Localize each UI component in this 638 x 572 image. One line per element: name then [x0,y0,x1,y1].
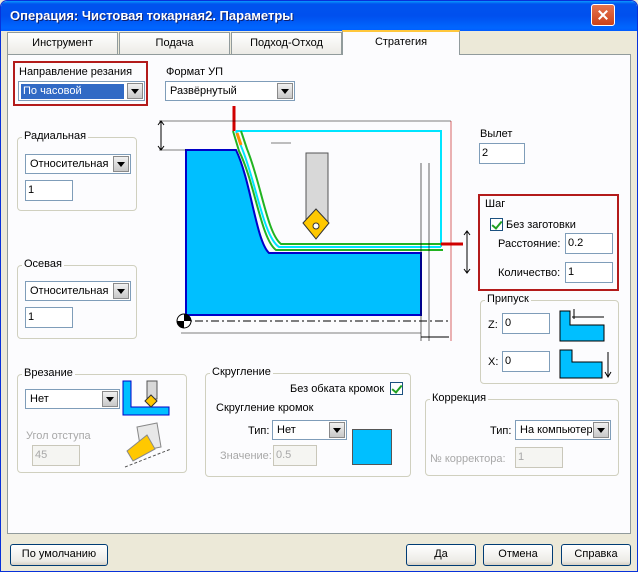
distance-field[interactable]: 0.2 [565,233,613,254]
chevron-down-icon[interactable] [329,422,345,438]
cut-direction-select[interactable]: По часовой [18,81,145,101]
help-button[interactable]: Справка [561,544,631,566]
title-bar[interactable]: Операция: Чистовая токарная2. Параметры [1,1,637,31]
allowance-z-field[interactable]: 0 [502,313,550,334]
insert-screw-icon [312,222,320,230]
edge-rounding-label: Скругление кромок [216,402,314,414]
distance-label: Расстояние: [498,238,561,250]
allowance-z-label: Z: [488,319,498,331]
default-button[interactable]: По умолчанию [10,544,108,566]
no-edge-checkbox[interactable] [390,382,403,395]
rounding-preview-icon [352,429,392,465]
radial-mode-value: Относительная [30,158,109,170]
turning-diagram [157,106,471,341]
chevron-down-icon[interactable] [277,83,293,99]
allowance-x-icon [559,349,612,379]
rounding-type-label: Тип: [248,425,270,437]
axial-mode-value: Относительная [30,285,109,297]
angle-icon [124,422,172,468]
axial-value-field[interactable]: 1 [25,307,73,328]
tab-feed[interactable]: Подача [119,32,230,54]
tab-strategy[interactable]: Стратегия [342,30,460,55]
correction-type-select[interactable]: На компьютере [515,420,611,440]
count-label: Количество: [498,267,561,279]
plunge-value: Нет [30,393,49,405]
step-label: Шаг [485,198,506,210]
overhang-field[interactable]: 2 [479,143,525,164]
axial-label: Осевая [22,258,64,270]
cut-direction-label: Направление резания [19,66,133,78]
allowance-z-icon [559,309,605,342]
corrector-number-label: № корректора: [430,453,506,465]
chevron-down-icon[interactable] [113,283,129,299]
tab-approach[interactable]: Подход-Отход [231,32,342,54]
plunge-label: Врезание [22,367,75,379]
correction-type-value: На компьютере [520,424,592,436]
radial-mode-select[interactable]: Относительная [25,154,131,174]
cancel-button[interactable]: Отмена [483,544,553,566]
radial-value-field[interactable]: 1 [25,180,73,201]
correction-label: Коррекция [430,392,489,404]
rounding-type-value: Нет [277,424,296,436]
angle-field[interactable]: 45 [32,445,80,466]
rounding-label: Скругление [210,366,273,378]
axial-mode-select[interactable]: Относительная [25,281,131,301]
close-button[interactable] [591,4,615,26]
allowance-x-field[interactable]: 0 [502,351,550,372]
corrector-number-field[interactable]: 1 [515,447,563,468]
count-field[interactable]: 1 [565,262,613,283]
no-edge-label: Без обката кромок [290,383,385,395]
dialog-window: Операция: Чистовая токарная2. Параметры … [0,0,638,572]
allowance-label: Припуск [485,293,531,305]
chevron-down-icon[interactable] [113,156,129,172]
plunge-icon [122,380,170,416]
green-path-inner [240,130,443,245]
chevron-down-icon[interactable] [102,391,118,407]
allowance-x-label: X: [488,356,499,368]
ok-button[interactable]: Да [406,544,476,566]
angle-label: Угол отступа [26,430,91,442]
no-stock-label: Без заготовки [506,219,576,231]
cyan-path [235,130,441,248]
plunge-select[interactable]: Нет [25,389,120,409]
no-stock-checkbox[interactable] [490,218,503,231]
green-path-outer [232,130,443,251]
cut-direction-value: По часовой [21,84,124,99]
part-profile [185,149,422,316]
nc-format-label: Формат УП [166,66,224,78]
chevron-down-icon[interactable] [593,422,609,438]
window-title: Операция: Чистовая токарная2. Параметры [10,8,294,23]
radial-label: Радиальная [22,130,89,142]
rounding-type-select[interactable]: Нет [272,420,347,440]
chevron-down-icon[interactable] [127,83,143,99]
correction-type-label: Тип: [490,425,512,437]
overhang-label: Вылет [480,128,513,140]
nc-format-select[interactable]: Развёрнутый [165,81,295,101]
nc-format-value: Развёрнутый [170,85,237,97]
tab-tool[interactable]: Инструмент [7,32,118,54]
rounding-value-label: Значение: [220,450,272,462]
rounding-value-field[interactable]: 0.5 [273,445,317,466]
